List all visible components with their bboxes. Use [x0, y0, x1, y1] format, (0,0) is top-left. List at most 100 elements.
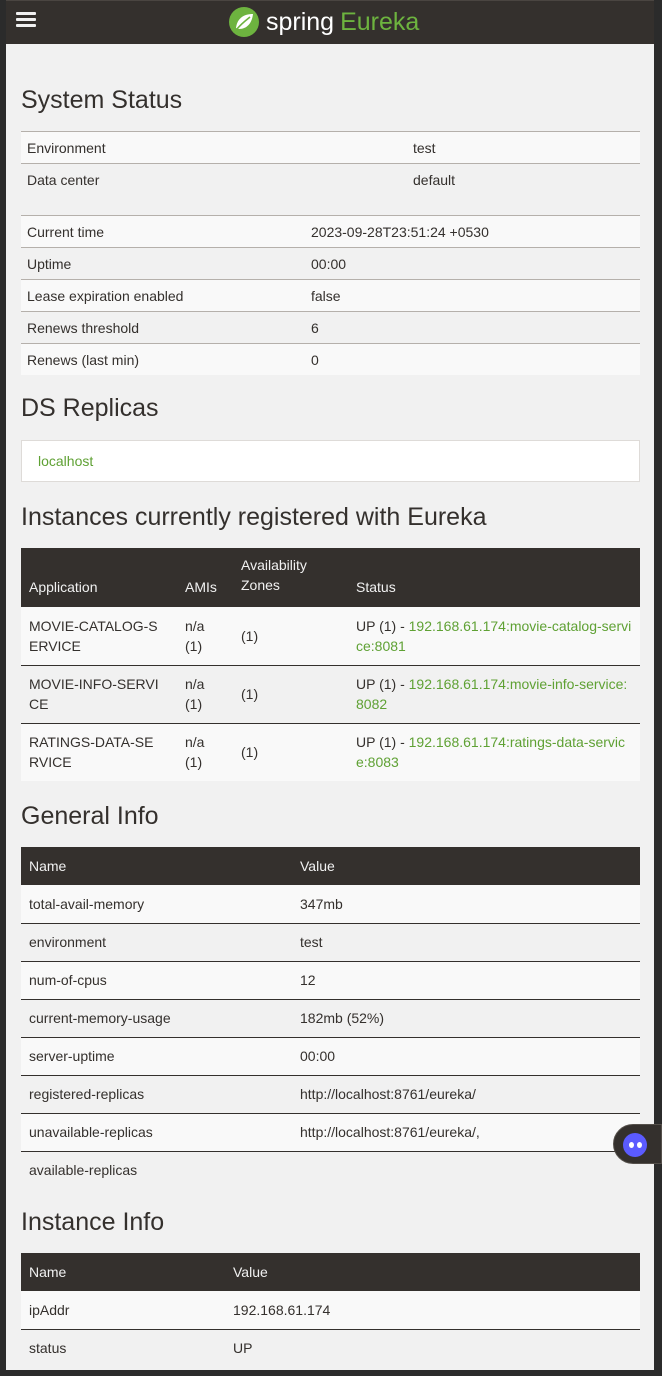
row-value: test — [407, 131, 640, 164]
info-name: ipAddr — [21, 1291, 225, 1329]
info-name: registered-replicas — [21, 1074, 292, 1113]
instance-amis-value: n/a (1) — [185, 617, 205, 654]
table-row: num-of-cpus 12 — [21, 960, 640, 999]
info-value: 182mb (52%) — [292, 998, 640, 1037]
info-name: total-avail-memory — [21, 885, 292, 923]
instance-status-text: UP (1) - — [356, 617, 409, 634]
instance-row: MOVIE-CATALOG-SERVICE n/a (1) (1) UP (1) - … — [21, 607, 640, 665]
col-value: Value — [225, 1253, 640, 1291]
instance-application-name: RATINGS-DATA-SERVICE — [29, 734, 154, 771]
info-value: test — [292, 922, 640, 961]
table-row: ipAddr 192.168.61.174 — [21, 1291, 640, 1329]
info-name: num-of-cpus — [21, 960, 292, 999]
row-label: Current time — [21, 215, 305, 248]
row-label: Data center — [21, 163, 407, 195]
general-info-title: General Info — [21, 802, 159, 830]
row-label: Environment — [21, 131, 407, 164]
info-value: http://localhost:8761/eureka/ — [292, 1074, 640, 1113]
info-name: environment — [21, 922, 292, 961]
instance-info-title: Instance Info — [21, 1208, 165, 1236]
table-row: Environment test — [21, 131, 640, 164]
row-value: false — [305, 279, 640, 312]
info-value: 00:00 — [292, 1036, 640, 1075]
ds-replicas-title: DS Replicas — [21, 394, 159, 422]
table-row: Renews threshold 6 — [21, 311, 640, 344]
info-name: unavailable-replicas — [21, 1112, 292, 1151]
info-name: server-uptime — [21, 1036, 292, 1075]
brand-logo[interactable]: spring Eureka — [228, 4, 419, 40]
table-row: Renews (last min) 0 — [21, 343, 640, 375]
instance-row: RATINGS-DATA-SERVICE n/a (1) (1) UP (1) - 1… — [21, 722, 640, 781]
instance-row: MOVIE-INFO-SERVICE n/a (1) (1) UP (1) - 192… — [21, 664, 640, 723]
instance-zones: (1) — [233, 664, 348, 723]
instance-status-text: UP (1) - — [356, 734, 409, 751]
instance-amis: n/a (1) — [177, 664, 233, 723]
info-name: current-memory-usage — [21, 998, 292, 1037]
instance-zones: (1) — [233, 722, 348, 781]
chat-assistant-icon — [623, 1133, 647, 1157]
instance-application: MOVIE-INFO-SERVICE — [21, 664, 177, 723]
info-value: UP — [225, 1328, 640, 1367]
row-label: Renews (last min) — [21, 343, 305, 375]
row-value: default — [407, 163, 640, 195]
col-amis: AMIs — [177, 548, 233, 607]
instance-amis-value: n/a (1) — [185, 734, 205, 771]
table-row: Lease expiration enabled false — [21, 279, 640, 312]
info-name: available-replicas — [21, 1150, 292, 1189]
col-name: Name — [21, 1253, 225, 1291]
table-row: server-uptime 00:00 — [21, 1036, 640, 1075]
table-row: status UP — [21, 1328, 640, 1367]
replica-link-localhost[interactable]: localhost — [38, 453, 93, 469]
col-availability-zones-label: Availability Zones — [241, 557, 307, 593]
col-status: Status — [348, 548, 640, 607]
row-value: 2023-09-28T23:51:24 +0530 — [305, 215, 640, 248]
instance-status-text: UP (1) - — [356, 676, 409, 692]
system-status-title: System Status — [21, 86, 183, 114]
chat-assistant-button[interactable] — [613, 1124, 662, 1164]
table-row: unavailable-replicas http://localhost:876… — [21, 1112, 640, 1151]
brand-eureka-text: Eureka — [340, 7, 420, 36]
row-value: 6 — [305, 311, 640, 344]
info-value — [292, 1150, 640, 1189]
info-value: 347mb — [292, 885, 640, 923]
row-value: 0 — [305, 343, 640, 375]
instances-table: Application AMIs Availability Zones Stat… — [21, 548, 640, 781]
instances-title: Instances currently registered with Eure… — [21, 503, 487, 531]
instance-application-name: MOVIE-INFO-SERVICE — [29, 676, 159, 712]
instance-application: RATINGS-DATA-SERVICE — [21, 722, 177, 781]
info-value: 12 — [292, 960, 640, 999]
brand-spring-text: spring — [266, 7, 335, 36]
table-row: total-avail-memory 347mb — [21, 885, 640, 923]
spring-leaf-icon — [229, 7, 259, 37]
info-value: 192.168.61.174 — [225, 1291, 640, 1329]
ds-replicas-list: localhost — [21, 440, 640, 482]
row-label: Uptime — [21, 247, 305, 280]
page-container: System Status Environment test Data center… — [6, 44, 654, 1370]
info-name: status — [21, 1328, 225, 1367]
top-navbar: spring Eureka — [6, 0, 654, 45]
table-row: Uptime 00:00 — [21, 247, 640, 280]
instance-status: UP (1) - 192.168.61.174:movie-catalog-se… — [348, 607, 640, 665]
row-label: Renews threshold — [21, 311, 305, 344]
instance-application-name: MOVIE-CATALOG-SERVICE — [29, 617, 158, 654]
instance-application: MOVIE-CATALOG-SERVICE — [21, 607, 177, 665]
instance-status: UP (1) - 192.168.61.174:ratings-data-ser… — [348, 722, 640, 781]
instance-info-table: Name Value ipAddr 192.168.61.174 status UP — [21, 1253, 640, 1367]
row-value: 00:00 — [305, 247, 640, 280]
table-row: Current time 2023-09-28T23:51:24 +0530 — [21, 215, 640, 248]
table-row: registered-replicas http://localhost:8761… — [21, 1074, 640, 1113]
col-application: Application — [21, 548, 177, 607]
general-info-table: Name Value total-avail-memory 347mb enviro… — [21, 847, 640, 1189]
info-value: http://localhost:8761/eureka/, — [292, 1112, 640, 1151]
instance-zones: (1) — [233, 607, 348, 665]
row-label: Lease expiration enabled — [21, 279, 305, 312]
table-row: Data center default — [21, 163, 640, 195]
hamburger-menu-icon[interactable] — [16, 12, 36, 28]
col-name: Name — [21, 847, 292, 885]
col-value: Value — [292, 847, 640, 885]
instance-amis: n/a (1) — [177, 722, 233, 781]
instance-amis-value: n/a (1) — [185, 676, 205, 712]
table-row: environment test — [21, 922, 640, 961]
instance-amis: n/a (1) — [177, 607, 233, 665]
environment-table: Environment test Data center default — [21, 131, 640, 195]
